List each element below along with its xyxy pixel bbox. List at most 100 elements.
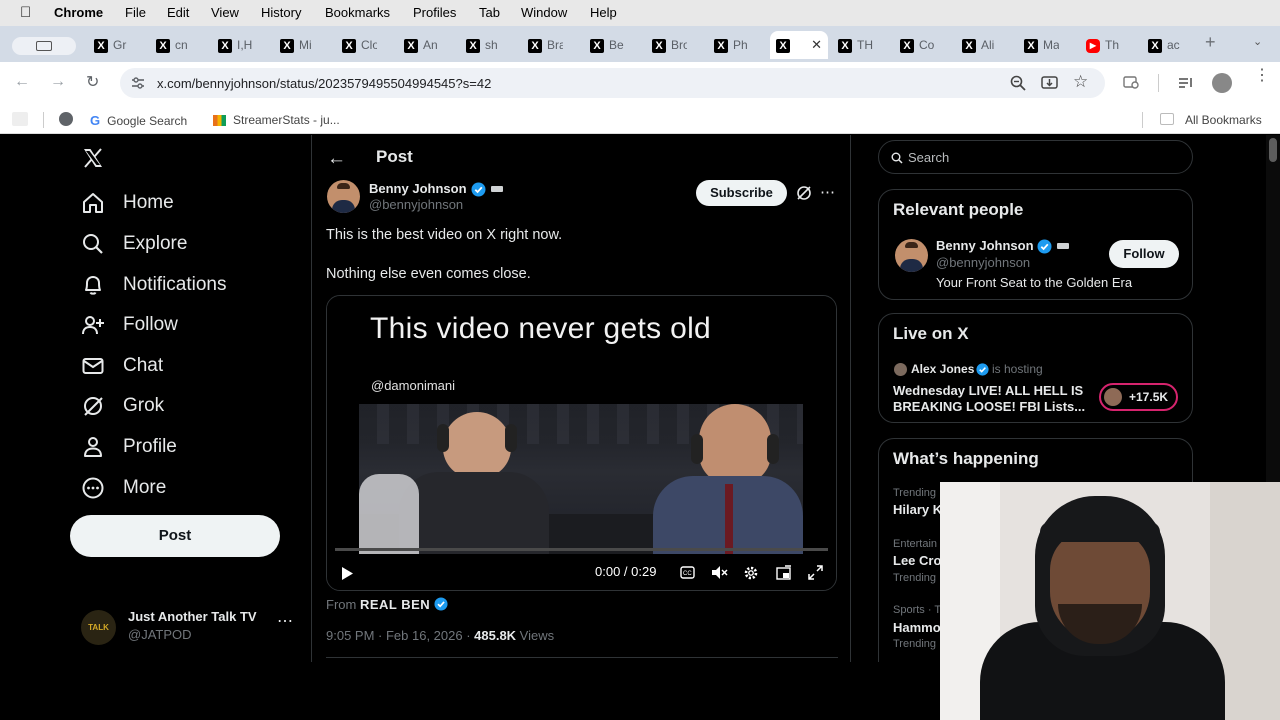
menu-history[interactable]: History <box>261 5 301 20</box>
post-timestamp[interactable]: 9:05 PM · Feb 16, 2026 · <box>326 628 474 643</box>
install-app-icon[interactable] <box>1041 75 1058 91</box>
search-box[interactable]: Search <box>878 140 1193 174</box>
tab-list-chevron-icon[interactable]: ⌄ <box>1253 35 1262 48</box>
volume-icon[interactable] <box>711 565 728 580</box>
person-name[interactable]: Benny Johnson <box>936 238 1034 253</box>
globe-icon[interactable] <box>59 112 73 126</box>
all-bookmarks[interactable]: All Bookmarks <box>1185 113 1262 127</box>
media-controls-icon[interactable] <box>1178 76 1194 90</box>
captions-icon[interactable]: CC <box>680 566 695 579</box>
back-arrow-icon[interactable]: ← <box>327 148 346 170</box>
menu-app-name[interactable]: Chrome <box>54 5 103 20</box>
browser-tab[interactable]: X Co <box>894 31 952 59</box>
back-arrow-icon[interactable]: ← <box>14 73 30 91</box>
browser-tab[interactable]: X Be <box>584 31 642 59</box>
nav-chat[interactable]: Chat <box>82 350 163 382</box>
menu-edit[interactable]: Edit <box>167 5 189 20</box>
trend-topic[interactable]: Hilary K <box>893 502 942 517</box>
tab-close-icon[interactable]: ✕ <box>811 37 822 53</box>
profile-avatar[interactable] <box>1212 73 1232 93</box>
post-more-icon[interactable]: ⋯ <box>820 183 835 201</box>
reload-icon[interactable]: ↻ <box>86 72 99 92</box>
menu-tab[interactable]: Tab <box>479 5 500 20</box>
nav-follow[interactable]: Follow <box>82 309 178 341</box>
picture-in-picture-icon[interactable] <box>776 565 792 580</box>
bookmark-star-icon[interactable]: ☆ <box>1073 72 1088 92</box>
browser-tab[interactable]: X An <box>398 31 456 59</box>
fullscreen-icon[interactable] <box>808 565 823 580</box>
browser-tab[interactable]: X Ali <box>956 31 1014 59</box>
follow-button[interactable]: Follow <box>1109 240 1179 268</box>
browser-tab[interactable]: ▶ Th <box>1080 31 1138 59</box>
trend-topic[interactable]: Lee Cro <box>893 553 941 568</box>
new-tab-button[interactable]: + <box>1205 32 1216 53</box>
verified-badge-icon <box>471 182 486 197</box>
person-handle[interactable]: @bennyjohnson <box>936 255 1030 270</box>
browser-tab[interactable]: X Ma <box>1018 31 1076 59</box>
host-avatar[interactable] <box>894 363 907 376</box>
nav-grok[interactable]: Grok <box>82 390 164 422</box>
browser-tab[interactable]: X Gr <box>88 31 146 59</box>
video-player[interactable]: This video never gets old @damonimani 0:… <box>326 295 837 591</box>
tab-title: Be <box>609 38 624 52</box>
tab-title: sh <box>485 38 498 52</box>
x-favicon-icon: X <box>280 39 294 53</box>
author-avatar[interactable] <box>327 180 360 213</box>
post-button[interactable]: Post <box>70 515 280 557</box>
live-listeners-pill[interactable]: +17.5K <box>1099 383 1178 411</box>
nav-more[interactable]: More <box>82 472 166 504</box>
browser-tab[interactable]: X Bro <box>646 31 704 59</box>
chrome-menu-icon[interactable]: ⋮ <box>1254 68 1270 84</box>
bookmark-streamerstats[interactable]: StreamerStats - ju... <box>213 113 340 127</box>
author-name[interactable]: Benny Johnson <box>369 181 467 196</box>
trend-topic[interactable]: Hammo <box>893 620 941 635</box>
person-avatar[interactable] <box>895 239 928 272</box>
apple-icon[interactable]:  <box>20 4 31 21</box>
browser-tab[interactable]: Xac <box>1142 31 1200 59</box>
bookmark-google-search[interactable]: G Google Search <box>90 113 187 128</box>
live-headline-line2[interactable]: BREAKING LOOSE! FBI Lists... <box>893 399 1085 414</box>
menu-bookmarks[interactable]: Bookmarks <box>325 5 390 20</box>
account-switcher[interactable]: TALK Just Another Talk TV @JATPOD ⋯ <box>70 605 300 649</box>
account-more-icon[interactable]: ⋯ <box>277 611 293 631</box>
browser-tab[interactable]: X Ph <box>708 31 766 59</box>
browser-tab[interactable]: X TH <box>832 31 890 59</box>
video-progress-track[interactable] <box>335 548 828 551</box>
browser-tab[interactable]: Xsh <box>460 31 518 59</box>
search-icon <box>83 234 103 254</box>
forward-arrow-icon[interactable]: → <box>50 73 66 91</box>
address-bar[interactable]: x.com/bennyjohnson/status/20235794955049… <box>120 68 1105 98</box>
nav-label: Follow <box>123 314 178 335</box>
browser-tab[interactable]: X Bra <box>522 31 580 59</box>
site-info-icon[interactable] <box>131 76 145 90</box>
browser-tab[interactable]: Xcn <box>150 31 208 59</box>
nav-home[interactable]: Home <box>82 187 174 219</box>
browser-tab[interactable]: X Clo <box>336 31 394 59</box>
nav-notifications[interactable]: Notifications <box>82 269 227 301</box>
browser-tab[interactable]: X I,H <box>212 31 270 59</box>
apps-icon[interactable] <box>12 112 28 126</box>
scrollbar-thumb[interactable] <box>1269 138 1277 162</box>
lens-icon[interactable] <box>1123 75 1141 91</box>
author-handle[interactable]: @bennyjohnson <box>369 197 463 212</box>
menu-view[interactable]: View <box>211 5 239 20</box>
tab-group-pill[interactable] <box>12 37 76 55</box>
host-name[interactable]: Alex Jones <box>911 362 974 376</box>
nav-explore[interactable]: Explore <box>82 228 187 260</box>
settings-gear-icon[interactable] <box>743 565 759 581</box>
nav-profile[interactable]: Profile <box>82 431 177 463</box>
menu-help[interactable]: Help <box>590 5 617 20</box>
person-bio: Your Front Seat to the Golden Era <box>936 275 1133 290</box>
play-icon[interactable] <box>341 566 354 581</box>
menu-window[interactable]: Window <box>521 5 567 20</box>
live-headline-line1[interactable]: Wednesday LIVE! ALL HELL IS <box>893 383 1083 398</box>
source-name[interactable]: REAL BEN <box>360 597 430 612</box>
browser-tab[interactable]: X Mi <box>274 31 332 59</box>
subscribe-button[interactable]: Subscribe <box>696 180 787 206</box>
menu-file[interactable]: File <box>125 5 146 20</box>
x-logo-icon[interactable] <box>82 147 104 169</box>
tab-active[interactable]: X ✕ <box>770 31 828 59</box>
menu-profiles[interactable]: Profiles <box>413 5 456 20</box>
grok-explain-icon[interactable] <box>796 185 812 201</box>
zoom-icon[interactable] <box>1010 75 1026 91</box>
